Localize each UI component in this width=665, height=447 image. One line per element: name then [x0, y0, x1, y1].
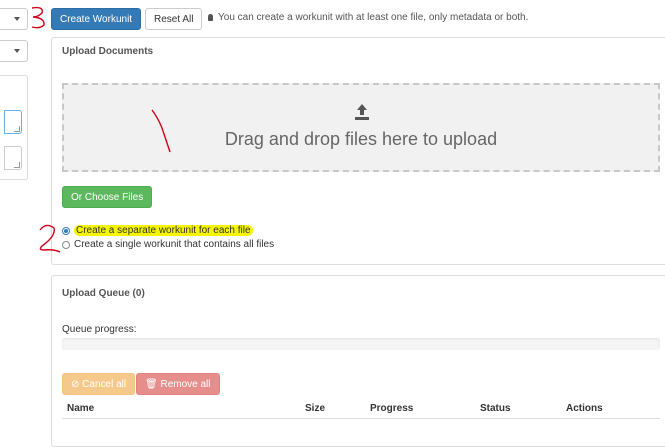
lightbulb-icon: [208, 14, 213, 21]
option-single-workunit[interactable]: Create a single workunit that contains a…: [62, 239, 274, 250]
choose-files-button[interactable]: Or Choose Files: [62, 186, 153, 208]
column-status: Status: [480, 403, 511, 414]
queue-progress-label: Queue progress:: [62, 324, 137, 335]
upload-queue-panel: Upload Queue (0): [51, 275, 665, 447]
upload-documents-title: Upload Documents: [62, 46, 154, 57]
ban-icon: ⊘: [71, 379, 80, 390]
column-progress: Progress: [370, 403, 414, 414]
column-size: Size: [305, 403, 326, 414]
queue-progress-bar: [62, 338, 660, 350]
remove-all-label: Remove all: [160, 379, 211, 390]
cancel-all-label: Cancel all: [82, 379, 127, 390]
chevron-down-icon: [14, 49, 20, 53]
hint-text: You can create a workunit with at least …: [208, 12, 528, 23]
resize-handle[interactable]: [14, 126, 20, 132]
cancel-all-button[interactable]: ⊘ Cancel all: [62, 373, 136, 395]
create-workunit-button[interactable]: Create Workunit: [51, 8, 142, 30]
column-name: Name: [67, 403, 95, 414]
annotation-number-1: [151, 109, 171, 153]
upload-icon: [355, 104, 369, 120]
hint-label: You can create a workunit with at least …: [218, 12, 529, 23]
option-separate-label: Create a separate workunit for each file: [74, 225, 253, 236]
annotation-number-3: [31, 6, 45, 29]
trash-icon: 🗑: [145, 379, 158, 390]
left-select-2[interactable]: [0, 40, 28, 62]
left-textarea-2[interactable]: [4, 146, 22, 170]
option-single-label: Create a single workunit that contains a…: [74, 239, 275, 250]
column-actions: Actions: [566, 403, 603, 414]
table-header-rule: [62, 418, 660, 419]
left-select-1[interactable]: [0, 8, 28, 30]
option-separate-workunit[interactable]: Create a separate workunit for each file: [62, 225, 253, 236]
upload-queue-title: Upload Queue (0): [62, 288, 145, 299]
left-panel: [0, 75, 28, 180]
left-textarea-1[interactable]: [4, 110, 22, 134]
remove-all-button[interactable]: 🗑 Remove all: [136, 373, 220, 395]
reset-all-button[interactable]: Reset All: [145, 8, 203, 30]
resize-handle[interactable]: [14, 162, 20, 168]
chevron-down-icon: [14, 17, 20, 21]
annotation-number-2: [39, 224, 61, 253]
